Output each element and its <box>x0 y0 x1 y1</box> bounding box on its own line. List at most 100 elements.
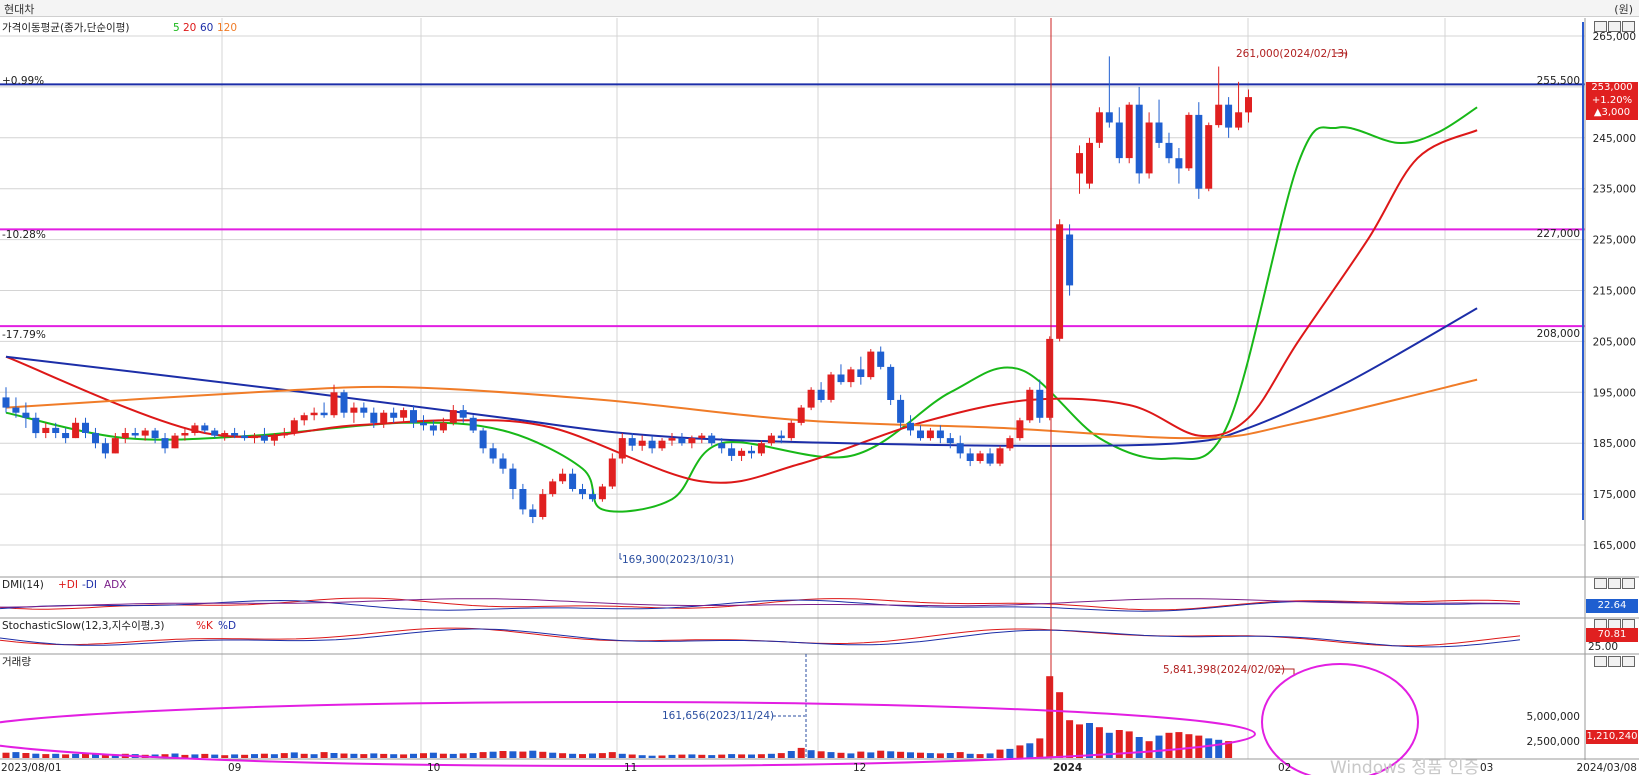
candle-body <box>827 374 835 400</box>
candle-body <box>410 410 417 423</box>
candle <box>807 387 815 411</box>
volume-bar <box>976 754 984 758</box>
candle <box>976 450 984 464</box>
candle-body <box>718 443 726 449</box>
candle-body <box>1026 389 1034 421</box>
volume-bar <box>1155 735 1163 758</box>
candle-body <box>320 412 328 416</box>
candle <box>32 412 40 439</box>
dmi-label: DMI(14) <box>2 579 44 591</box>
maximize-panel-icon[interactable] <box>1608 578 1621 589</box>
volume-bar <box>1066 720 1074 758</box>
volume-bar <box>917 752 924 758</box>
volume-bar <box>1205 738 1213 758</box>
min-volume-annotation: 161,656(2023/11/24) <box>662 710 774 722</box>
minimize-panel-icon[interactable] <box>1594 656 1607 667</box>
candle-body <box>231 433 239 436</box>
x-label-2024: 2024 <box>1053 762 1082 774</box>
volume-bar <box>1036 738 1044 758</box>
candle-body <box>1185 114 1193 169</box>
volume-bar <box>62 754 70 758</box>
volume-bar <box>738 754 746 758</box>
candle <box>608 453 616 490</box>
volume-bar <box>201 753 209 758</box>
volume-bar <box>241 754 249 758</box>
volume-bar <box>519 751 527 758</box>
stoch-k-legend: %K <box>196 620 214 632</box>
candle-body <box>350 407 358 413</box>
candle-body <box>907 422 914 431</box>
dmi-minus-legend: -DI <box>82 579 97 591</box>
candle-body <box>141 430 149 436</box>
candle <box>1215 66 1223 128</box>
candle-body <box>241 435 249 439</box>
candle <box>280 427 288 439</box>
minimize-panel-icon[interactable] <box>1594 21 1607 32</box>
volume-bar <box>559 753 567 758</box>
candle-body <box>340 392 348 413</box>
level-label-1: -10.28% <box>2 229 46 241</box>
candle-body <box>1245 97 1252 113</box>
candle-body <box>658 440 666 449</box>
ma20-line <box>5 129 1478 484</box>
volume-bar <box>777 753 785 758</box>
minimize-panel-icon[interactable] <box>1594 578 1607 589</box>
candle-body <box>648 440 656 449</box>
dmi-panel-controls <box>1594 578 1637 590</box>
volume-bar <box>678 754 686 758</box>
volume-bar <box>439 753 447 758</box>
candle-body <box>589 494 596 500</box>
candle-body <box>738 450 746 456</box>
candle <box>837 364 845 385</box>
volume-bar <box>618 753 626 758</box>
candle-body <box>370 412 378 423</box>
candle-body <box>151 430 159 439</box>
volume-bar <box>12 752 20 758</box>
volume-bar <box>1026 743 1034 758</box>
candle-body <box>131 433 139 436</box>
candle-body <box>191 425 199 433</box>
candle-body <box>956 443 964 454</box>
candle <box>72 417 80 439</box>
candle <box>499 453 507 474</box>
maximize-panel-icon[interactable] <box>1608 21 1621 32</box>
dmi-adx-legend: ADX <box>104 579 126 591</box>
candle-body <box>559 473 567 482</box>
volume-bar <box>887 751 895 758</box>
candle <box>767 433 775 446</box>
candle-body <box>519 489 527 510</box>
close-panel-icon[interactable] <box>1622 21 1635 32</box>
volume-bar <box>320 752 328 758</box>
close-panel-icon[interactable] <box>1622 578 1635 589</box>
volume-bar <box>817 751 825 758</box>
candle <box>489 443 497 464</box>
candle <box>42 422 50 439</box>
volume-bar <box>748 754 755 758</box>
candle <box>1135 86 1143 184</box>
volume-bar <box>1076 724 1083 758</box>
close-panel-icon[interactable] <box>1622 656 1635 667</box>
candle-body <box>936 430 944 439</box>
candle-body <box>380 412 388 423</box>
maximize-panel-icon[interactable] <box>1608 656 1621 667</box>
price-tick-label: 165,000 <box>1593 540 1636 552</box>
main-panel-controls <box>1594 21 1637 33</box>
candle <box>996 445 1004 467</box>
ma60-legend: 60 <box>200 22 213 34</box>
candle-body <box>32 417 40 434</box>
volume-bar <box>867 752 875 758</box>
volume-label: 거래량 <box>2 656 31 668</box>
candle-body <box>310 412 318 416</box>
price-unit-label: (원) <box>1614 3 1633 16</box>
candle-body <box>42 427 50 433</box>
candle <box>350 402 358 423</box>
candle <box>926 427 934 441</box>
candle-body <box>618 438 626 459</box>
candle-body <box>429 425 437 431</box>
candle <box>857 356 865 385</box>
candle <box>1066 224 1074 296</box>
candle <box>82 417 89 439</box>
candle <box>400 407 408 423</box>
candle-body <box>857 369 865 377</box>
volume-bar <box>429 752 437 758</box>
